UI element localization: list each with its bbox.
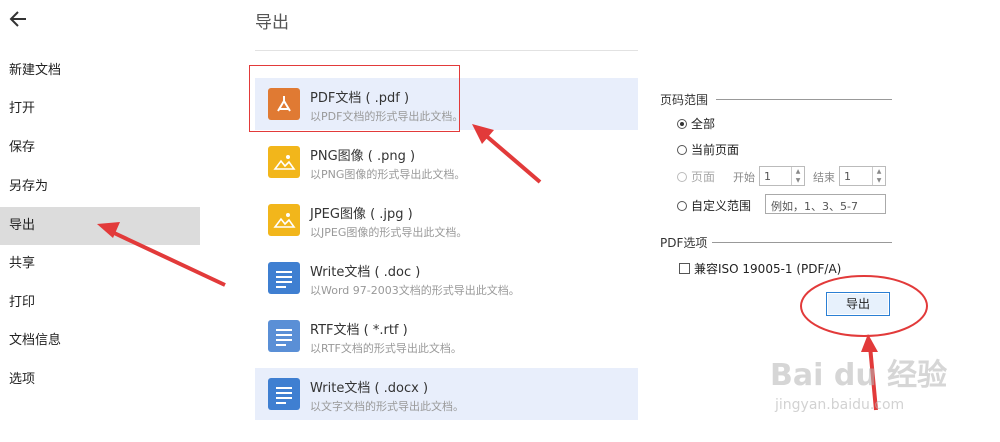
annotation-arrow-sidebar [111,230,226,287]
annotation-ellipse [800,275,928,337]
watermark-url: jingyan.baidu.com [775,397,905,413]
annotation-arrow-pdf [482,132,542,184]
watermark-brand: Bai du 经验 [770,358,948,393]
